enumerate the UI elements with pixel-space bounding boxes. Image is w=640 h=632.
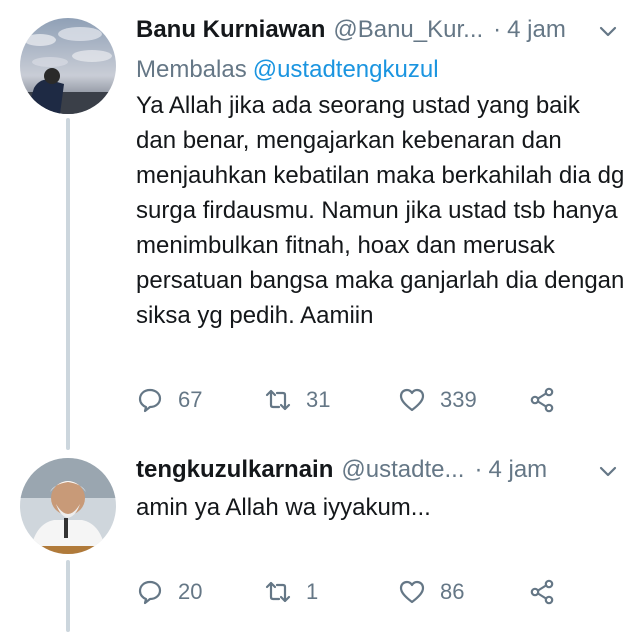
- retweet-icon: [265, 389, 291, 411]
- tweet-reply[interactable]: Banu Kurniawan @Banu_Kur... · 4 jam Memb…: [0, 0, 640, 452]
- retweet-count: 31: [306, 387, 331, 412]
- reply-button[interactable]: 20: [136, 572, 202, 612]
- separator-dot: ·: [474, 456, 483, 483]
- like-button[interactable]: 86: [398, 572, 464, 612]
- chevron-down-icon[interactable]: [597, 20, 619, 42]
- like-button[interactable]: 339: [398, 380, 477, 420]
- user-handle[interactable]: @Banu_Kur...: [333, 16, 483, 44]
- retweet-button[interactable]: 1: [264, 572, 318, 612]
- retweet-button[interactable]: 31: [264, 380, 330, 420]
- user-handle[interactable]: @ustadte...: [341, 456, 464, 484]
- share-icon: [530, 579, 554, 605]
- like-count: 86: [440, 579, 465, 604]
- reply-count: 67: [178, 387, 203, 412]
- retweet-icon: [265, 581, 291, 603]
- share-icon: [530, 387, 554, 413]
- reply-mention-link[interactable]: @ustadtengkuzul: [253, 56, 439, 83]
- reply-icon: [138, 580, 162, 605]
- timestamp[interactable]: 4 jam: [507, 16, 566, 44]
- tweet-header: tengkuzulkarnain @ustadte... · 4 jam: [136, 454, 547, 486]
- share-button[interactable]: [528, 380, 556, 420]
- tweet-text: Ya Allah jika ada seorang ustad yang bai…: [136, 92, 625, 329]
- avatar[interactable]: [20, 18, 116, 114]
- display-name[interactable]: Banu Kurniawan: [136, 16, 325, 44]
- avatar[interactable]: [20, 458, 116, 554]
- separator-dot: ·: [493, 16, 502, 43]
- like-icon: [399, 388, 425, 412]
- tweet-actions: 67 31 339: [136, 380, 576, 420]
- like-count: 339: [440, 387, 477, 412]
- tweet-text: amin ya Allah wa iyyakum...: [136, 494, 431, 521]
- reply-button[interactable]: 67: [136, 380, 202, 420]
- reply-context: Membalas @ustadtengkuzul: [136, 56, 439, 84]
- like-icon: [399, 580, 425, 604]
- display-name[interactable]: tengkuzulkarnain: [136, 456, 333, 484]
- tweet-actions: 20 1 86: [136, 572, 576, 612]
- reply-count: 20: [178, 579, 203, 604]
- retweet-count: 1: [306, 579, 319, 604]
- chevron-down-icon[interactable]: [597, 460, 619, 482]
- share-button[interactable]: [528, 572, 556, 612]
- thread-connector-line: [66, 560, 70, 632]
- reply-prefix: Membalas: [136, 56, 247, 83]
- tweet-header: Banu Kurniawan @Banu_Kur... · 4 jam: [136, 14, 566, 46]
- timestamp[interactable]: 4 jam: [488, 456, 547, 484]
- reply-icon: [138, 388, 162, 413]
